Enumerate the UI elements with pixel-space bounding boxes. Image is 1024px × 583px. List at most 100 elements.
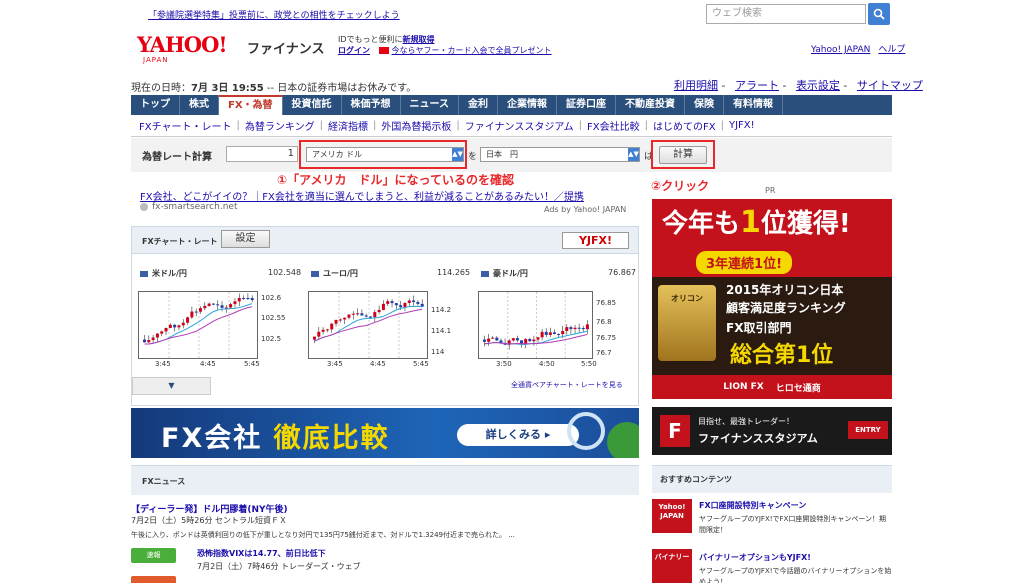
expand-charts-button[interactable]: ▼: [132, 377, 211, 395]
news-item-title[interactable]: 恐怖指数VIXは14.77、前日比低下: [197, 548, 326, 559]
stadium-ad[interactable]: F 目指せ、最強トレーダー！ ファイナンススタジアム ENTRY: [652, 407, 892, 455]
candle-body: [155, 333, 159, 338]
subnav-indicators[interactable]: 経済指標: [328, 118, 368, 133]
util-link-display[interactable]: 表示設定: [796, 79, 840, 92]
yahoo-logo[interactable]: YAHOO! JAPAN: [137, 32, 245, 65]
candle-body: [544, 331, 548, 335]
particle-wo: を: [468, 152, 478, 162]
news-item-meta: 7月2日（土）5時26分 セントラル短資ＦＸ: [131, 516, 287, 525]
eurjpy-mini-chart[interactable]: [308, 291, 428, 359]
ad-line: 2015年オリコン日本: [726, 283, 844, 297]
subnav-yjfx[interactable]: YJFX!: [729, 120, 755, 131]
candle-body: [515, 338, 519, 341]
nav-tab-rates[interactable]: 金利: [459, 95, 499, 115]
subnav-forum[interactable]: 外国為替掲示板: [381, 118, 451, 133]
fx-compare-banner[interactable]: FX会社 徹底比較 詳しくみる ▸: [131, 408, 639, 458]
pair-label-usdjpy[interactable]: 米ドル/円: [140, 268, 187, 279]
help-link[interactable]: ヘルプ: [878, 45, 905, 55]
nav-tab-company[interactable]: 企業情報: [498, 95, 558, 115]
candle-body: [548, 332, 552, 335]
lionfx-ad[interactable]: 今年も1位獲得! 3年連続1位! オリコン 2015年オリコン日本 顧客満足度ラ…: [652, 199, 892, 399]
candle-body: [394, 303, 398, 306]
rec-item-desc: ヤフーグループのYJFX!で今話題のバイナリーオプションを始めよう！: [699, 567, 892, 583]
pair-label-eurjpy[interactable]: ユーロ/円: [311, 268, 358, 279]
nav-tab-funds[interactable]: 投資信託: [283, 95, 342, 115]
candle-body: [483, 339, 486, 342]
subnav-compare[interactable]: FX会社比較: [587, 118, 640, 133]
candle-body: [143, 339, 146, 343]
news-item-body: 午後に入り、ポンドは英債利回りの低下が重しとなり対円で135円75銭付近まで、対…: [131, 531, 515, 539]
annotation-confirm-usd: ①「アメリカ ドル」になっているのを確認: [277, 173, 514, 187]
search-input[interactable]: ウェブ検索: [706, 4, 866, 24]
candle-body: [356, 313, 360, 315]
rec-item-title[interactable]: FX口座開設特別キャンペーン: [699, 500, 806, 511]
banner-cta-button[interactable]: 詳しくみる ▸: [457, 424, 579, 446]
news-item-title[interactable]: 【ディーラー発】ドル円膠着(NY午後): [131, 502, 288, 515]
nav-tab-insurance[interactable]: 保険: [685, 95, 725, 115]
candle-body: [250, 298, 254, 301]
pair-rate-eurjpy: 114.265: [437, 268, 471, 277]
subnav-stadium[interactable]: ファイナンススタジアム: [465, 118, 574, 133]
nav-tab-paid[interactable]: 有料情報: [724, 95, 784, 115]
globe-icon: [607, 422, 639, 458]
nav-tab-fx[interactable]: FX・為替: [219, 95, 283, 115]
util-link-usage[interactable]: 利用明細: [674, 79, 718, 92]
ad-brand-lionfx: LION FX: [723, 382, 764, 392]
card-promo-link[interactable]: 今ならヤフー・カード入会で全員プレゼント: [392, 46, 552, 55]
candle-body: [377, 309, 381, 313]
nav-tab-realestate[interactable]: 不動産投資: [616, 95, 686, 115]
login-link[interactable]: ログイン: [338, 46, 370, 55]
news-header: [131, 465, 639, 495]
all-pairs-link[interactable]: 全通貨ペアチャート・レートを見る: [511, 380, 623, 390]
yjfx-logo[interactable]: YJFX!: [562, 232, 629, 249]
util-link-sitemap[interactable]: サイトマップ: [857, 79, 923, 92]
audjpy-mini-chart[interactable]: [478, 291, 593, 359]
amount-input[interactable]: 1: [226, 146, 298, 162]
nav-tab-top[interactable]: トップ: [131, 95, 180, 115]
yahoo-japan-link[interactable]: Yahoo! JAPAN: [811, 45, 870, 55]
tick-label: 5:45: [413, 360, 429, 368]
candle-body: [373, 312, 377, 318]
logo-yahoo-text: YAHOO!: [137, 32, 228, 57]
subnav-ranking[interactable]: 為替ランキング: [245, 118, 315, 133]
candle-body: [487, 338, 491, 342]
candle-body: [147, 340, 151, 343]
nav-tab-stocks[interactable]: 株式: [180, 95, 219, 115]
candle-body: [569, 327, 573, 330]
util-link-alert[interactable]: アラート: [735, 79, 779, 92]
rec-thumbnail[interactable]: Yahoo! JAPAN: [652, 499, 692, 533]
usdjpy-mini-chart[interactable]: [138, 291, 258, 359]
candle-body: [229, 304, 233, 308]
subnav-beginner[interactable]: はじめてのFX: [653, 118, 716, 133]
candle-body: [407, 300, 411, 303]
tick-label: 102.55: [261, 314, 286, 322]
sponsored-link[interactable]: FX会社、どこがイイの？｜FX会社を適当に選んでしまうと、利益が減ることがあるみ…: [140, 188, 584, 203]
date-prefix: 現在の日時：: [131, 83, 191, 94]
rec-thumbnail[interactable]: バイナリー: [652, 549, 692, 583]
tick-label: 3:45: [155, 360, 171, 368]
stadium-ad-tagline: 目指せ、最強トレーダー！: [698, 417, 794, 426]
rec-item-title[interactable]: バイナリーオプションもYJFX!: [699, 552, 811, 563]
candle-body: [577, 327, 581, 329]
to-currency-select[interactable]: 日本 円 ▲▼: [480, 147, 640, 162]
nav-tab-forecast[interactable]: 株価予想: [342, 95, 401, 115]
tick-label: 5:45: [244, 360, 260, 368]
promo-link[interactable]: 「参議院選挙特集」投票前に、政党との相性をチェックしよう: [148, 8, 400, 21]
fx-settings-button[interactable]: 設定: [221, 230, 270, 248]
candle-body: [540, 331, 544, 338]
candle-body: [164, 327, 168, 332]
highlight-box-currency: [299, 140, 467, 169]
subnav-fx-chart[interactable]: FXチャート・レート: [139, 118, 232, 133]
stadium-ad-title: ファイナンススタジアム: [698, 432, 818, 445]
search-button[interactable]: [868, 3, 890, 25]
ad-brand-hirose: ヒロセ通商: [775, 383, 821, 394]
candle-body: [581, 328, 585, 330]
nav-tab-news[interactable]: ニュース: [401, 95, 460, 115]
login-prefix: IDでもっと便利に: [338, 35, 403, 44]
candle-body: [360, 313, 364, 316]
register-link[interactable]: 新規取得: [403, 35, 435, 44]
date-suffix: -- 日本の証券市場はお休みです。: [263, 83, 417, 94]
entry-button[interactable]: ENTRY: [848, 421, 888, 439]
nav-tab-broker[interactable]: 証券口座: [557, 95, 617, 115]
pair-label-audjpy[interactable]: 豪ドル/円: [481, 268, 528, 279]
